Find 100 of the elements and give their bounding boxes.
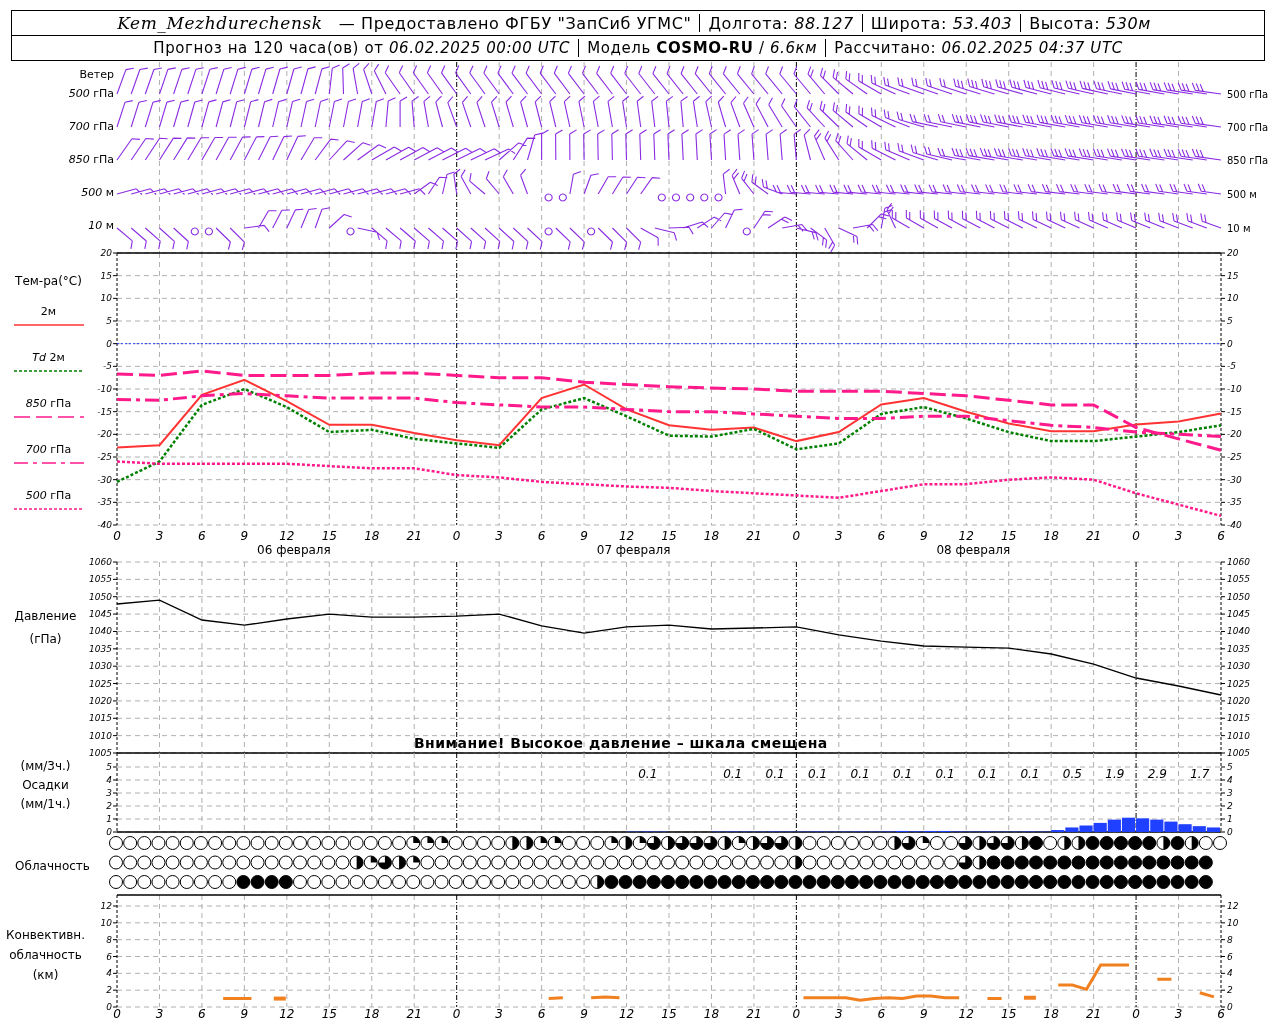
axis-tick-label: 1025 xyxy=(89,678,112,689)
axis-tick-label: 6 xyxy=(1217,529,1225,543)
level-label: 700 гПа xyxy=(68,120,114,133)
axis-tick-label: -40 xyxy=(97,520,112,530)
axis-tick-label: -5 xyxy=(103,361,112,372)
precipitation-total: 0.1 xyxy=(850,767,870,781)
precipitation-label: (мм/3ч.) xyxy=(20,760,71,773)
axis-tick-label: 12 xyxy=(618,1007,635,1021)
axis-tick-label: 12 xyxy=(958,1007,974,1021)
axis-tick-label: 10 xyxy=(100,293,112,304)
axis-tick-label: 1020 xyxy=(89,695,112,706)
axis-tick-label: -10 xyxy=(1227,384,1242,394)
axis-tick-label: 5 xyxy=(106,762,112,772)
axis-tick-label: 18 xyxy=(1043,1007,1059,1021)
precipitation-label: (мм/1ч.) xyxy=(20,798,71,811)
axis-tick-label: -35 xyxy=(1227,497,1242,508)
level-label: 850 гПа xyxy=(68,153,114,166)
precipitation-total: 0.1 xyxy=(765,767,785,781)
axis-tick-label: 6 xyxy=(106,951,112,962)
axis-tick-label: 3 xyxy=(1227,788,1233,798)
precipitation-total: 0.1 xyxy=(893,767,913,781)
axis-tick-label: 5 xyxy=(106,316,112,326)
axis-tick-label: 1055 xyxy=(89,574,112,585)
precipitation-bar xyxy=(1136,818,1150,832)
axis-tick-label: 21 xyxy=(406,529,422,543)
forecast-info: Модель COSMO-RU / 6.6км xyxy=(586,39,819,57)
cloudiness-label: Облачность xyxy=(15,860,90,873)
axis-tick-label: 18 xyxy=(703,1007,720,1021)
day-label: 06 февраля xyxy=(257,543,331,557)
axis-tick-label: 15 xyxy=(1001,1007,1017,1021)
axis-tick-label: 0 xyxy=(452,529,461,543)
axis-tick-label: 20 xyxy=(100,248,112,258)
axis-tick-label: 4 xyxy=(106,775,112,785)
axis-tick-label: -30 xyxy=(97,474,112,485)
axis-tick-label: 1040 xyxy=(1227,626,1250,637)
axis-tick-label: 1005 xyxy=(1227,748,1250,758)
axis-tick-label: 1030 xyxy=(1227,661,1250,672)
precipitation-bar xyxy=(1150,819,1164,832)
convective-cloud-point xyxy=(1023,995,1036,1000)
axis-tick-label: 2 xyxy=(1227,985,1233,996)
axis-tick-label: 1015 xyxy=(89,713,112,724)
axis-tick-label: 6 xyxy=(537,529,546,543)
precipitation-bar xyxy=(1093,822,1107,832)
axis-tick-label: 6 xyxy=(1227,951,1233,962)
forecast-info: Рассчитано: 06.02.2025 04:37 UTC xyxy=(833,39,1124,57)
axis-tick-label: 15 xyxy=(1227,270,1239,281)
axis-tick-label: 1 xyxy=(1227,814,1233,824)
axis-tick-label: 8 xyxy=(1227,934,1233,945)
precipitation-total: 1.7 xyxy=(1190,767,1210,781)
axis-tick-label: 1045 xyxy=(89,609,112,620)
axis-tick-label: 3 xyxy=(495,529,503,543)
axis-tick-label: 6 xyxy=(198,529,206,543)
location-field: Долгота: 88.127 xyxy=(700,13,862,33)
axis-tick-label: 18 xyxy=(703,529,720,543)
axis-tick-label: 12 xyxy=(618,529,635,543)
precipitation-label: Осадки xyxy=(22,779,69,792)
legend-label: Td 2м xyxy=(32,351,65,364)
axis-tick-label: 9 xyxy=(919,529,928,543)
axis-tick-label: 15 xyxy=(321,529,337,543)
axis-tick-label: 0 xyxy=(106,827,112,837)
axis-tick-label: 18 xyxy=(364,1007,380,1021)
axis-tick-label: 0 xyxy=(1132,529,1140,543)
axis-tick-label: 1055 xyxy=(1227,574,1250,585)
axis-tick-label: 15 xyxy=(661,1007,677,1021)
precipitation-total: 0.1 xyxy=(977,767,997,781)
axis-tick-label: 0 xyxy=(1227,827,1233,837)
convective-label: Конвективн. xyxy=(6,929,85,942)
axis-tick-label: 1060 xyxy=(89,557,112,567)
axis-tick-label: 0 xyxy=(792,1007,801,1021)
axis-tick-label: 3 xyxy=(1174,1007,1183,1021)
axis-tick-label: 21 xyxy=(1085,529,1102,543)
station-name: Kem_Mezhdurechensk xyxy=(117,13,324,33)
axis-tick-label: 9 xyxy=(919,1007,928,1021)
pressure-warning: Внимание! Высокое давление – шкала смещена xyxy=(413,735,828,751)
wind-title: Ветер xyxy=(79,68,114,81)
precipitation-total: 0.5 xyxy=(1062,767,1082,781)
axis-tick-label: 3 xyxy=(106,788,112,798)
axis-tick-label: 1010 xyxy=(89,730,112,741)
axis-tick-label: 15 xyxy=(661,529,677,543)
level-label: 500 гПа xyxy=(1227,89,1269,100)
axis-tick-label: 12 xyxy=(100,901,112,911)
axis-tick-label: 6 xyxy=(198,1007,206,1021)
axis-tick-label: 9 xyxy=(580,1007,588,1021)
axis-tick-label: -20 xyxy=(1227,429,1242,440)
level-label: 850 гПа xyxy=(1227,155,1269,166)
axis-tick-label: 0 xyxy=(106,1002,112,1012)
axis-tick-label: 10 xyxy=(1227,293,1239,304)
legend-line-sample xyxy=(13,324,84,326)
axis-tick-label: 5 xyxy=(1227,762,1233,772)
axis-tick-label: 9 xyxy=(240,1007,249,1021)
axis-tick-label: 0 xyxy=(1132,1007,1140,1021)
temperature-title: Тем-ра(°C) xyxy=(15,275,82,288)
axis-tick-label: -5 xyxy=(1227,361,1236,372)
axis-tick-label: 6 xyxy=(877,1007,886,1021)
axis-tick-label: 1035 xyxy=(1227,643,1250,654)
axis-tick-label: 10 xyxy=(1227,917,1239,928)
precipitation-total: 0.1 xyxy=(935,767,955,781)
axis-tick-label: 1010 xyxy=(1227,730,1250,741)
level-label: 500 м xyxy=(81,186,114,199)
axis-tick-label: 9 xyxy=(580,529,588,543)
